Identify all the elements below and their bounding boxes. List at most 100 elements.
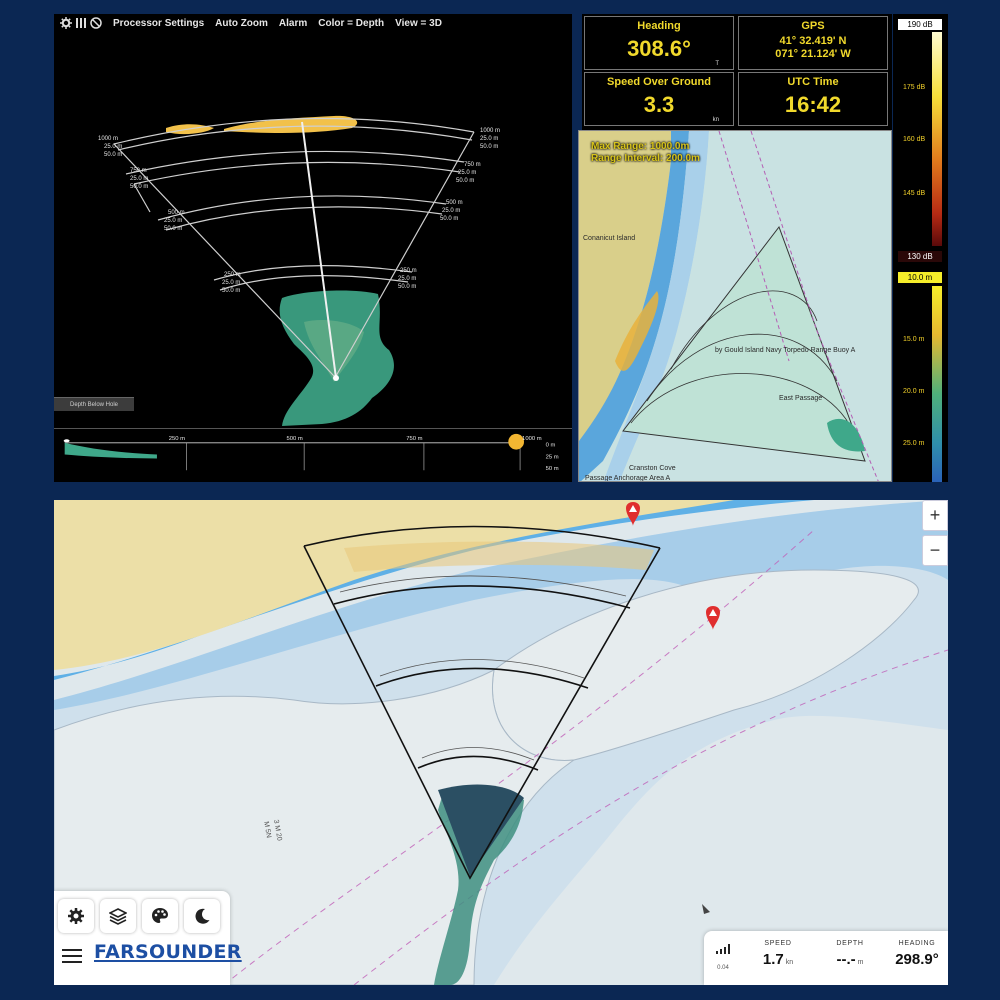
profile-depth-50: 50 m: [546, 466, 559, 472]
inset-chart-graphic: [579, 131, 891, 481]
menu-alarm[interactable]: Alarm: [279, 18, 307, 29]
range-label-1000-left: 1000 m: [98, 136, 118, 142]
depth-colorbar: [932, 286, 942, 482]
depth-label-15: 15.0 m: [903, 336, 925, 343]
range-label-1000-right-sub1: 25.0 m: [480, 136, 498, 142]
side-profile-view: 250 m 500 m 750 m 1000 m 0 m 25 m 50 m: [54, 428, 572, 482]
heading-label: HEADING: [898, 940, 936, 947]
gps-label: GPS: [801, 20, 825, 32]
menu-color-mode[interactable]: Color = Depth: [318, 18, 384, 29]
heading-label: Heading: [637, 20, 681, 32]
label-anchorage: Passage Anchorage Area A: [585, 475, 671, 482]
night-mode-button[interactable]: [184, 899, 220, 933]
menu-processor-settings[interactable]: Processor Settings: [113, 18, 204, 29]
status-bar: 0.04 SPEED 1.7 kn DEPTH --.- m HEADING 298…: [704, 931, 948, 985]
hamburger-menu-icon[interactable]: [62, 948, 82, 964]
menu-view-mode[interactable]: View = 3D: [395, 18, 442, 29]
zoom-controls: + −: [922, 500, 948, 566]
max-range-text: Max Range: 1000.0m: [591, 141, 690, 152]
speed-label: SPEED: [764, 940, 792, 947]
range-label-1000-right: 1000 m: [480, 128, 500, 134]
range-label-250-right: 250 m: [400, 268, 417, 274]
utc-value: 16:42: [784, 92, 842, 117]
sonar-toolbar-icons: [60, 17, 102, 29]
sonar-menu-bar: Processor Settings Auto Zoom Alarm Color…: [54, 14, 572, 32]
tool-panel: FARSOUNDER: [54, 891, 241, 985]
profile-depth-0: 0 m: [546, 443, 556, 449]
range-label-1000-left-sub2: 50.0 m: [104, 152, 122, 158]
speed-value: 1.7: [762, 951, 784, 968]
range-info: Max Range: 1000.0m Range Interval: 200.0…: [591, 141, 700, 165]
layers-icon: [109, 908, 127, 925]
range-label-500-left: 500 m: [168, 210, 185, 216]
heading-readout: HEADING 298.9°: [888, 940, 946, 968]
intensity-label-160: 160 dB: [903, 136, 926, 143]
range-label-250-right-sub1: 25.0 m: [398, 276, 416, 282]
range-label-250-right-sub2: 50.0 m: [398, 284, 416, 290]
sog-label: Speed Over Ground: [607, 76, 711, 88]
navigation-chart[interactable]: 3 M 20 M 5N + − FARSOUNDER 0.04 SPEED 1.…: [54, 500, 948, 985]
profile-tick-250: 250 m: [169, 436, 185, 442]
bars-icon[interactable]: [75, 17, 87, 29]
heading-cell: Heading 308.6° T: [584, 16, 734, 70]
speed-unit: kn: [785, 959, 794, 966]
menu-auto-zoom[interactable]: Auto Zoom: [215, 18, 268, 29]
utc-cell: UTC Time 16:42: [738, 72, 888, 126]
signal-bars-icon: [716, 944, 730, 954]
palette-button[interactable]: [142, 899, 178, 933]
sog-unit: kn: [712, 117, 719, 123]
depth-readout: DEPTH --.- m: [820, 940, 880, 968]
range-label-500-left-sub2: 50.0 m: [164, 226, 182, 232]
inset-chart-view[interactable]: Max Range: 1000.0m Range Interval: 200.0…: [578, 130, 892, 482]
range-label-500-right-sub2: 50.0 m: [440, 216, 458, 222]
sonar-3d-view[interactable]: 1000 m 25.0 m 50.0 m 1000 m 25.0 m 50.0 …: [54, 32, 572, 428]
vessel-marker: [333, 375, 339, 381]
depth-unit: m: [857, 959, 864, 966]
heading-value: 308.6°: [627, 36, 691, 61]
depth-below-hole-button[interactable]: Depth Below Hole: [54, 397, 134, 411]
zoom-in-button[interactable]: +: [922, 500, 948, 531]
range-label-750-left-sub2: 50.0 m: [130, 184, 148, 190]
range-label-250-left: 250 m: [224, 272, 241, 278]
range-label-250-left-sub1: 25.0 m: [222, 280, 240, 286]
color-scale-panel: 190 dB 175 dB 160 dB 145 dB 130 dB 10.0 …: [893, 14, 948, 482]
range-label-500-right-sub1: 25.0 m: [442, 208, 460, 214]
depth-label-25: 25.0 m: [903, 440, 925, 447]
zoom-out-button[interactable]: −: [922, 535, 948, 566]
depth-value: --.-: [836, 951, 856, 968]
range-label-1000-left-sub1: 25.0 m: [104, 144, 122, 150]
label-buoy: by Gould Island Navy Torpedo Range Buoy …: [715, 347, 856, 354]
sonar-3d-panel[interactable]: Processor Settings Auto Zoom Alarm Color…: [54, 14, 572, 482]
heading-value: 298.9°: [895, 951, 939, 968]
gear-icon: [68, 908, 84, 924]
utc-label: UTC Time: [787, 76, 839, 88]
depth-label-20: 20.0 m: [903, 388, 925, 395]
label-cranston-cove: Cranston Cove: [629, 465, 676, 472]
range-interval-text: Range Interval: 200.0m: [591, 153, 700, 164]
palette-icon: [152, 908, 168, 923]
settings-button[interactable]: [58, 899, 94, 933]
gear-icon[interactable]: [60, 17, 72, 29]
gps-longitude: 071° 21.124' W: [775, 48, 851, 60]
depth-min-tag: 10.0 m: [898, 272, 942, 283]
range-label-250-left-sub2: 50.0 m: [222, 288, 240, 294]
speed-readout: SPEED 1.7 kn: [750, 940, 806, 968]
range-label-750-right: 750 m: [464, 162, 481, 168]
heading-unit: T: [715, 61, 719, 67]
depth-label: DEPTH: [836, 940, 864, 947]
signal-indicator: 0.04: [712, 941, 734, 971]
profile-depth-25: 25 m: [546, 454, 559, 460]
gps-latitude: 41° 32.419' N: [779, 35, 847, 47]
intensity-label-145: 145 dB: [903, 190, 926, 197]
range-label-750-right-sub1: 25.0 m: [458, 170, 476, 176]
range-label-750-right-sub2: 50.0 m: [456, 178, 474, 184]
layers-button[interactable]: [100, 899, 136, 933]
no-entry-icon[interactable]: [90, 17, 102, 29]
intensity-label-175: 175 dB: [903, 84, 926, 91]
gps-cell: GPS 41° 32.419' N 071° 21.124' W: [738, 16, 888, 70]
instrument-panel: Heading 308.6° T GPS 41° 32.419' N 071° …: [582, 14, 892, 130]
profile-tick-500: 500 m: [287, 436, 303, 442]
sog-cell: Speed Over Ground 3.3 kn: [584, 72, 734, 126]
intensity-max-tag: 190 dB: [898, 19, 942, 30]
range-label-1000-right-sub2: 50.0 m: [480, 144, 498, 150]
